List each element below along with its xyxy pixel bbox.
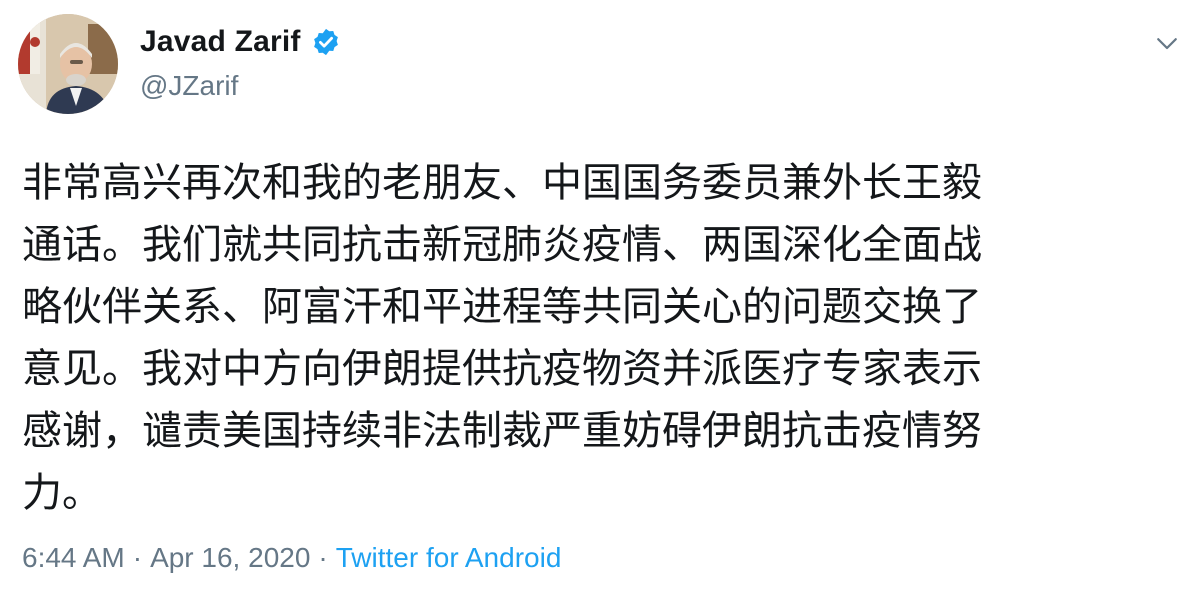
tweet-text-line: 通话。我们就共同抗击新冠肺炎疫情、两国深化全面战	[22, 222, 982, 268]
tweet-source-link[interactable]: Twitter for Android	[336, 542, 562, 574]
author-block[interactable]: Javad Zarif @JZarif	[140, 22, 341, 102]
tweet-time[interactable]: 6:44 AM	[22, 542, 125, 574]
tweet-metadata: 6:44 AM · Apr 16, 2020 · Twitter for And…	[22, 542, 561, 574]
verified-badge-icon	[313, 28, 338, 56]
profile-photo-icon	[18, 14, 118, 114]
name-row: Javad Zarif	[140, 22, 341, 62]
tweet-text-line: 非常高兴再次和我的老朋友、中国国务委员兼外长王毅	[22, 160, 982, 206]
handle[interactable]: @JZarif	[140, 70, 341, 102]
separator: ·	[318, 542, 328, 573]
tweet-text-line: 感谢，谴责美国持续非法制裁严重妨碍伊朗抗击疫情努	[22, 408, 982, 454]
tweet-text-line: 力。	[22, 470, 102, 516]
chevron-down-icon[interactable]	[1152, 28, 1182, 58]
tweet-text: 非常高兴再次和我的老朋友、中国国务委员兼外长王毅 通话。我们就共同抗击新冠肺炎疫…	[22, 152, 1172, 524]
separator: ·	[132, 542, 143, 573]
tweet-text-line: 略伙伴关系、阿富汗和平进程等共同关心的问题交换了	[22, 284, 982, 330]
tweet-card: Javad Zarif @JZarif 非常高兴再次和我的老朋友、中国国务委员兼…	[0, 0, 1200, 603]
avatar[interactable]	[18, 14, 118, 114]
tweet-text-line: 意见。我对中方向伊朗提供抗疫物资并派医疗专家表示	[22, 346, 982, 392]
display-name[interactable]: Javad Zarif	[140, 25, 301, 59]
tweet-date[interactable]: Apr 16, 2020	[150, 542, 310, 574]
